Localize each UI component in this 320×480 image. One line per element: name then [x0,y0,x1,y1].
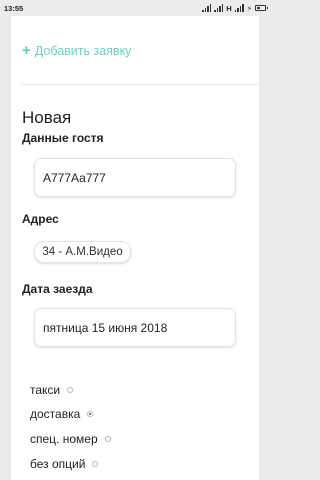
option-label: спец. номер [30,432,98,446]
radio-icon[interactable] [67,387,74,393]
arrival-label: Дата заезда [22,282,93,296]
option-delivery[interactable]: доставка [30,407,94,421]
arrival-date-value: пятница 15 июня 2018 [43,320,168,335]
option-label: без опций [30,457,86,471]
signal-icon-3 [234,4,244,12]
status-time: 13:55 [4,3,24,13]
guest-input-value: А777Аа777 [43,170,106,185]
add-request-link[interactable]: + Добавить заявку [22,43,131,58]
radio-selected-icon[interactable] [87,411,94,417]
radio-icon[interactable] [92,461,99,467]
plus-icon: + [22,42,31,59]
divider [22,84,258,85]
option-taxi[interactable]: такси [30,383,74,397]
option-no-options[interactable]: без опций [30,457,99,471]
status-icons: H ⚡ [202,3,268,13]
form-card: + Добавить заявку Новая Данные гостя А77… [11,16,259,480]
network-type: H [226,3,232,13]
option-special-number[interactable]: спец. номер [30,432,111,446]
radio-icon[interactable] [104,436,111,442]
signal-icon-2 [214,4,224,12]
address-label: Адрес [22,212,59,226]
option-label: доставка [30,407,81,421]
add-request-label: Добавить заявку [34,43,132,58]
address-select-value: 34 - А.М.Видео [42,246,123,258]
option-label: такси [30,383,61,397]
address-select[interactable]: 34 - А.М.Видео [34,241,131,263]
battery-icon [255,5,268,11]
guest-input[interactable]: А777Аа777 [34,158,236,197]
page-title: Новая [22,108,72,127]
guest-label: Данные гостя [22,131,104,145]
charging-icon: ⚡ [246,3,252,13]
status-bar: 13:55 H ⚡ [0,0,270,16]
arrival-date-input[interactable]: пятница 15 июня 2018 [34,308,236,347]
signal-icon [202,4,212,12]
